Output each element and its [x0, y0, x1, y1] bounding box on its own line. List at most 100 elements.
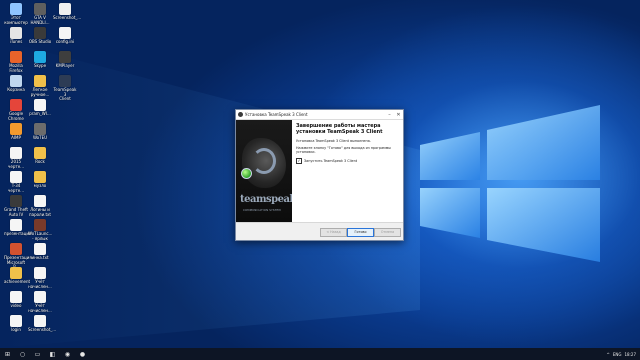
desktop-icon[interactable]: iTunes — [4, 27, 28, 45]
desktop-icon-image — [10, 243, 22, 255]
launch-checkbox[interactable]: ✓ — [296, 157, 302, 164]
desktop-icon[interactable]: T-34 черте... — [4, 171, 28, 193]
desktop-icon-label: KMPlayer — [55, 63, 75, 68]
desktop-icon[interactable]: AIMP — [4, 123, 28, 141]
clock[interactable]: 18:27 — [624, 352, 636, 357]
task-view-icon[interactable]: ▭ — [33, 350, 42, 359]
installer-content: Завершение работы мастера установки Team… — [296, 123, 400, 164]
desktop-icon-label: iTunes — [9, 39, 23, 44]
desktop-icon-image — [34, 75, 46, 87]
desktop-icon[interactable]: Screenshot_... — [28, 315, 56, 333]
desktop-icon[interactable]: Учёт начислен... — [28, 267, 52, 289]
cancel-button[interactable]: Отмена — [374, 228, 401, 237]
headset-ring-graphic — [252, 148, 276, 174]
desktop-icon[interactable]: Учёт начислен... — [28, 291, 52, 313]
desktop-icon-label: GTA V HANDLI... — [30, 15, 50, 25]
desktop-icon-label: T-34 черте... — [8, 183, 24, 193]
teamspeak-taskbar-icon[interactable]: ● — [78, 350, 87, 359]
desktop-icon-image — [10, 123, 22, 135]
desktop-icon-label: Логины и пароли.txt — [29, 207, 51, 217]
taskbar: ⊞ ○ ▭ ◧ ◉ ● ^ ENG 18:27 — [0, 348, 640, 360]
desktop-icon-image — [34, 27, 46, 39]
desktop-icon[interactable]: Этот компьютер — [4, 3, 28, 25]
desktop-icon-image — [34, 123, 46, 135]
desktop-icon[interactable]: GTA V HANDLI... — [28, 3, 52, 25]
desktop-icon-label: TeamSpeak 3 Client — [53, 87, 77, 102]
file-explorer-icon[interactable]: ◧ — [48, 350, 57, 359]
desktop-icon-label: Корзина — [7, 87, 25, 92]
desktop-icon-label: Grand Theft Auto IV — [4, 207, 28, 217]
desktop-icon-label: video — [10, 303, 22, 308]
desktop-icon-image — [10, 291, 22, 303]
desktop-icon[interactable]: login — [4, 315, 28, 333]
back-button[interactable]: < Назад — [320, 228, 347, 237]
browser-icon[interactable]: ◉ — [63, 350, 72, 359]
green-light-graphic — [241, 168, 252, 179]
desktop-icon-label: WoTLaunc... - ярлык — [28, 231, 53, 241]
desktop-icon-image — [34, 51, 46, 63]
desktop-icon[interactable]: Skype — [28, 51, 52, 69]
desktop-icon-label: музло — [33, 183, 47, 188]
close-icon[interactable]: ✕ — [394, 112, 403, 118]
launch-checkbox-label[interactable]: Запустить TeamSpeak 3 Client — [304, 159, 357, 163]
tray-chevron-icon[interactable]: ^ — [606, 352, 609, 357]
desktop-icon-image — [59, 75, 71, 87]
desktop-icon-image — [10, 51, 22, 63]
desktop-icon[interactable]: video — [4, 291, 28, 309]
desktop-icon-image — [34, 195, 46, 207]
teamspeak-icon — [238, 112, 243, 117]
desktop-icon-label: pram_WI... — [29, 111, 51, 116]
desktop-icon[interactable]: achievement — [4, 267, 30, 285]
desktop-icon-label: WoTEU — [32, 135, 48, 140]
minimize-icon[interactable]: – — [385, 112, 394, 118]
desktop-icon-image — [10, 147, 22, 159]
desktop-icon[interactable]: config.ini — [53, 27, 77, 45]
desktop-icon[interactable]: WoTEU — [28, 123, 52, 141]
desktop-icon[interactable]: презентация — [4, 219, 31, 237]
start-button[interactable]: ⊞ — [3, 350, 12, 359]
desktop-icon-label: 2015 черте... — [8, 159, 24, 169]
desktop-icon-label: AIMP — [11, 135, 21, 140]
language-indicator[interactable]: ENG — [613, 352, 622, 357]
search-icon[interactable]: ○ — [18, 350, 27, 359]
desktop-icon[interactable]: инна.txt — [28, 243, 52, 261]
installer-titlebar[interactable]: Установка TeamSpeak 3 Client – ✕ — [236, 110, 403, 120]
desktop-icon[interactable]: pram_WI... — [28, 99, 52, 117]
desktop-icon[interactable]: музло — [28, 171, 52, 189]
launch-checkbox-row[interactable]: ✓ Запустить TeamSpeak 3 Client — [296, 157, 400, 164]
teamspeak-logo-text: teamspeak — [240, 194, 292, 205]
desktop-icon[interactable]: Screenshot_... — [53, 3, 82, 21]
desktop-icon-image — [34, 291, 46, 303]
desktop-icon-label: config.ini — [55, 39, 75, 44]
desktop-icon[interactable]: KMPlayer — [53, 51, 77, 69]
desktop-icon-image — [10, 75, 22, 87]
desktop-icon[interactable]: Rock — [28, 147, 52, 165]
finish-button[interactable]: Готово — [347, 228, 374, 237]
desktop-icon-image — [10, 219, 22, 231]
desktop-icon-image — [34, 219, 46, 231]
desktop-icon[interactable]: 2015 черте... — [4, 147, 28, 169]
installer-heading: Завершение работы мастера установки Team… — [296, 123, 383, 135]
desktop-icon-image — [34, 315, 46, 327]
desktop-icon-label: Screenshot_... — [53, 15, 82, 20]
installer-completed-text: Установка TeamSpeak 3 Client выполнена. — [296, 139, 371, 143]
desktop-icon[interactable]: TeamSpeak 3 Client — [53, 75, 77, 102]
desktop-icon-label: Rock — [35, 159, 45, 164]
desktop-icon-image — [59, 51, 71, 63]
desktop-icon[interactable]: Google Chrome — [4, 99, 28, 121]
desktop-icon-label: Легкое ручное... — [30, 87, 50, 97]
desktop-icon[interactable]: Логины и пароли.txt — [28, 195, 52, 217]
desktop-icon[interactable]: Презентация Microsoft P... — [4, 243, 32, 270]
desktop-icon[interactable]: Корзина — [4, 75, 28, 93]
desktop-icon-image — [10, 3, 22, 15]
desktop-icon-image — [10, 195, 22, 207]
desktop-icon[interactable]: WoTLaunc... - ярлык — [28, 219, 52, 241]
desktop-icon-label: Google Chrome — [8, 111, 24, 121]
desktop-icon-image — [10, 171, 22, 183]
desktop-icon-label: login — [11, 327, 21, 332]
desktop-icon-image — [59, 27, 71, 39]
desktop-icon[interactable]: Mozilla Firefox — [4, 51, 28, 73]
desktop-icon[interactable]: OBS Studio — [28, 27, 52, 45]
desktop-icon[interactable]: Grand Theft Auto IV — [4, 195, 28, 217]
desktop-icon[interactable]: Легкое ручное... — [28, 75, 52, 97]
